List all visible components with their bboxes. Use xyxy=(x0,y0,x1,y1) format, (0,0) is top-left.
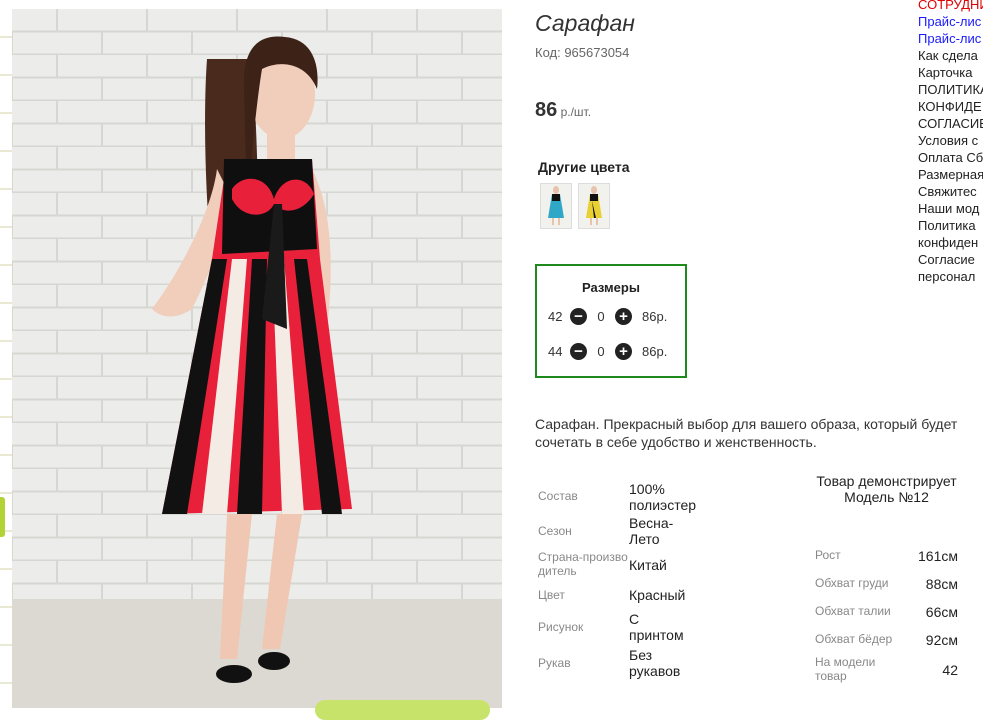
product-photo-illustration xyxy=(12,9,502,708)
attribute-value: С принтом xyxy=(629,611,684,643)
nav-link[interactable]: Политика xyxy=(918,217,983,234)
attribute-key: Цвет xyxy=(538,588,565,602)
attribute-key: Сезон xyxy=(538,524,572,538)
size-quantity: 0 xyxy=(597,344,605,359)
attribute-value: Весна-Лето xyxy=(629,515,674,547)
model-heading: Товар демонстрирует Модель №12 xyxy=(816,473,957,505)
product-photo[interactable] xyxy=(12,9,502,708)
attribute-value: Китай xyxy=(629,557,667,573)
color-thumbnail-yellow[interactable] xyxy=(578,183,610,229)
attribute-row: Состав 100% полиэстер xyxy=(538,481,719,513)
price-unit: р./шт. xyxy=(557,105,592,119)
nav-link[interactable]: Прайс-лис xyxy=(918,30,983,47)
plus-circle-icon[interactable]: + xyxy=(615,343,632,360)
measurement-key: Обхват талии xyxy=(815,604,891,618)
measurement-value: 88см xyxy=(925,576,958,592)
attribute-key: Состав xyxy=(538,489,578,503)
price-value: 86 xyxy=(535,99,558,121)
size-quantity: 0 xyxy=(597,309,605,324)
measurement-value: 42 xyxy=(942,662,958,678)
measurement-key: Обхват бёдер xyxy=(815,632,893,646)
nav-link[interactable]: Наши мод xyxy=(918,200,983,217)
measurement-key: Рост xyxy=(815,548,841,562)
left-edge-strip xyxy=(0,0,12,708)
color-thumbnails xyxy=(540,183,610,229)
nav-link[interactable]: СОТРУДНИ xyxy=(918,0,983,13)
measurement-key: На модели товар xyxy=(815,655,876,683)
attribute-row: Рисунок С принтом xyxy=(538,611,691,643)
attribute-value: Красный xyxy=(629,587,686,603)
nav-link[interactable]: конфиден xyxy=(918,234,983,251)
nav-link[interactable]: СОГЛАСИЕ xyxy=(918,115,983,132)
size-label: 44 xyxy=(548,344,563,359)
color-thumbnail-blue[interactable] xyxy=(540,183,572,229)
measurement-value: 92см xyxy=(925,632,958,648)
nav-link[interactable]: Оплата Сб xyxy=(918,149,983,166)
nav-link[interactable]: Размерная xyxy=(918,166,983,183)
minus-circle-icon[interactable]: − xyxy=(570,308,587,325)
yellow-dress-thumbnail-image xyxy=(579,184,609,228)
measurement-row: Рост 161см xyxy=(815,548,958,564)
attribute-value: 100% полиэстер xyxy=(629,481,697,513)
nav-link[interactable]: Свяжитес xyxy=(918,183,983,200)
product-title: Сарафан xyxy=(535,10,635,36)
size-price: 86р. xyxy=(642,309,668,324)
attribute-key: Рукав xyxy=(538,656,571,670)
attribute-key: Страна-производитель xyxy=(538,550,628,578)
attribute-row: Страна-производитель Китай xyxy=(538,550,719,578)
side-tab[interactable] xyxy=(0,497,5,537)
size-price: 86р. xyxy=(642,344,668,359)
measurement-value: 161см xyxy=(918,548,958,564)
nav-link[interactable]: Согласие xyxy=(918,251,983,268)
minus-circle-icon[interactable]: − xyxy=(570,343,587,360)
sizes-panel: Размеры 42 − 0 + 86р. 44 − 0 + 86р. xyxy=(535,264,687,378)
nav-link[interactable]: Условия с xyxy=(918,132,983,149)
attribute-row: Рукав Без рукавов xyxy=(538,647,691,679)
other-colors-heading: Другие цвета xyxy=(538,159,630,175)
nav-link[interactable]: Как сдела xyxy=(918,47,983,64)
plus-circle-icon[interactable]: + xyxy=(615,308,632,325)
nav-link[interactable]: ПОЛИТИКА xyxy=(918,81,983,98)
bottom-green-button[interactable] xyxy=(315,700,490,720)
nav-link[interactable]: Карточка xyxy=(918,64,983,81)
blue-dress-thumbnail-image xyxy=(541,184,571,228)
nav-link[interactable]: персонал xyxy=(918,268,983,285)
measurement-value: 66см xyxy=(925,604,958,620)
size-row: 42 − 0 + 86р. xyxy=(548,308,667,325)
measurement-row: Обхват талии 66см xyxy=(815,604,958,620)
product-price: 86 р./шт. xyxy=(535,99,591,122)
size-label: 42 xyxy=(548,309,563,324)
attribute-row: Цвет Красный xyxy=(538,587,719,603)
measurement-row: На модели товар 42 xyxy=(815,655,958,683)
attribute-key: Рисунок xyxy=(538,620,584,634)
product-code: Код: 965673054 xyxy=(535,45,630,60)
measurement-row: Обхват груди 88см xyxy=(815,576,958,592)
right-sidebar-nav: СОТРУДНИ Прайс-лис Прайс-лис Как сдела К… xyxy=(918,0,983,285)
nav-link[interactable]: Прайс-лис xyxy=(918,13,983,30)
measurement-row: Обхват бёдер 92см xyxy=(815,632,958,648)
attribute-row: Сезон Весна-Лето xyxy=(538,515,679,547)
nav-link[interactable]: КОНФИДЕ xyxy=(918,98,983,115)
measurement-key: Обхват груди xyxy=(815,576,889,590)
sizes-title: Размеры xyxy=(582,280,640,295)
size-row: 44 − 0 + 86р. xyxy=(548,343,667,360)
attribute-value: Без рукавов xyxy=(629,647,681,679)
product-description: Сарафан. Прекрасный выбор для вашего обр… xyxy=(535,416,958,450)
